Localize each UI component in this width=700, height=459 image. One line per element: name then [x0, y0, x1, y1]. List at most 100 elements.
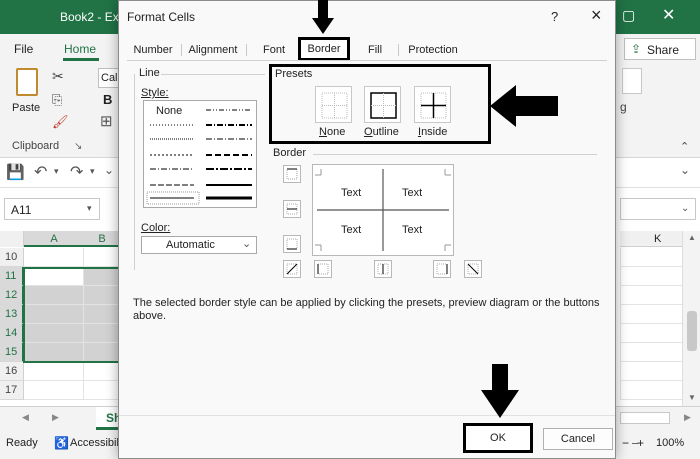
border-diagonal-down-icon [467, 263, 479, 275]
line-style-list[interactable]: None [143, 100, 257, 208]
paste-icon[interactable] [16, 68, 38, 96]
border-preview[interactable]: Text Text Text Text [312, 164, 454, 256]
preset-inside-label[interactable]: Inside [418, 126, 447, 138]
color-dropdown[interactable]: Automatic ⌄ [141, 236, 257, 254]
cell[interactable] [84, 381, 120, 400]
color-dropdown-chevron-icon[interactable]: ⌄ [242, 237, 251, 250]
preset-inside-button[interactable] [414, 86, 451, 123]
redo-dropdown-icon[interactable]: ▾ [90, 166, 95, 177]
cell[interactable] [620, 362, 682, 381]
cell[interactable] [620, 381, 682, 400]
zoom-out-button[interactable]: − [622, 436, 629, 450]
border-diagonal-up-button[interactable] [283, 260, 301, 278]
scroll-up-icon[interactable]: ▲ [688, 233, 696, 242]
ribbon-style-box[interactable] [622, 68, 642, 94]
bold-button[interactable]: B [103, 92, 112, 107]
column-header-k[interactable]: K [620, 231, 682, 247]
sheet-next-icon[interactable]: ▶ [52, 412, 59, 423]
tab-home[interactable]: Home [64, 42, 96, 56]
border-diagonal-down-button[interactable] [464, 260, 482, 278]
cell[interactable] [620, 267, 682, 286]
preset-outline-label[interactable]: Outline [364, 126, 399, 138]
paste-label[interactable]: Paste [12, 102, 40, 114]
dialog-description: The selected border style can be applied… [133, 297, 600, 322]
row-header-13[interactable]: 13 [0, 305, 24, 324]
tab-font[interactable]: Font [251, 40, 297, 60]
border-bottom-icon [286, 238, 298, 250]
border-top-button[interactable] [283, 165, 301, 183]
accessibility-label[interactable]: Accessibil [70, 437, 119, 449]
zoom-level[interactable]: 100% [656, 437, 684, 449]
customize-qat-icon[interactable]: ⌄ [104, 163, 114, 177]
font-name-box[interactable]: Cali [98, 68, 120, 88]
format-painter-icon[interactable]: 🖌 [52, 114, 69, 130]
horizontal-scrollbar[interactable] [620, 412, 670, 424]
cell[interactable] [84, 248, 120, 267]
cell[interactable] [620, 343, 682, 362]
preset-outline-button[interactable] [364, 86, 401, 123]
cell[interactable] [24, 362, 84, 381]
accessibility-icon[interactable]: ♿ [54, 436, 69, 450]
tab-number[interactable]: Number [129, 40, 177, 60]
column-header-b[interactable]: B [84, 231, 120, 247]
border-bottom-button[interactable] [283, 235, 301, 253]
preset-none-button[interactable] [315, 86, 352, 123]
cell[interactable] [24, 248, 84, 267]
tab-protection[interactable]: Protection [402, 40, 464, 60]
border-left-button[interactable] [314, 260, 332, 278]
formula-expand-icon[interactable]: ⌄ [681, 203, 689, 214]
border-inside-vertical-button[interactable] [374, 260, 392, 278]
collapse-ribbon-icon[interactable]: ⌃ [680, 140, 689, 153]
tab-border[interactable]: Border [298, 37, 350, 61]
cut-icon[interactable]: ✂ [52, 68, 64, 85]
row-header-11[interactable]: 11 [0, 267, 24, 286]
dialog-launcher-icon[interactable]: ↘ [74, 141, 82, 152]
scroll-thumb[interactable] [687, 311, 697, 351]
row-header-16[interactable]: 16 [0, 362, 24, 381]
row-header-14[interactable]: 14 [0, 324, 24, 343]
help-button[interactable]: ? [551, 9, 558, 24]
ok-button[interactable]: OK [463, 423, 533, 453]
select-all-corner[interactable] [0, 231, 24, 247]
line-style-samples[interactable] [144, 101, 258, 209]
cell[interactable] [620, 248, 682, 267]
close-icon[interactable]: ✕ [662, 5, 675, 25]
sheet-prev-icon[interactable]: ◀ [22, 412, 29, 423]
preset-none-label[interactable]: None [319, 126, 345, 138]
undo-icon[interactable]: ↶ [34, 162, 47, 182]
share-button[interactable]: ⇪ Share [624, 38, 696, 60]
scroll-down-icon[interactable]: ▼ [688, 393, 696, 402]
name-box[interactable]: A11 ▾ [4, 198, 100, 220]
sheet-tab[interactable]: Sh [96, 407, 121, 430]
borders-icon[interactable]: ⊞ [100, 112, 113, 130]
formula-input[interactable]: ⌄ [620, 198, 696, 220]
row-header-12[interactable]: 12 [0, 286, 24, 305]
zoom-in-button[interactable]: + [637, 436, 644, 450]
column-header-a[interactable]: A [24, 231, 84, 247]
annotation-arrow-left-presets [490, 85, 558, 127]
cell[interactable] [84, 362, 120, 381]
dialog-close-button[interactable]: × [591, 5, 602, 26]
hscroll-right-icon[interactable]: ▶ [684, 412, 691, 423]
row-header-15[interactable]: 15 [0, 343, 24, 362]
name-box-dropdown-icon[interactable]: ▾ [87, 203, 92, 214]
cell[interactable] [24, 381, 84, 400]
row-header-17[interactable]: 17 [0, 381, 24, 400]
qat-collapse-icon[interactable]: ⌄ [680, 163, 690, 177]
copy-icon[interactable]: ⎘ [52, 92, 62, 108]
cell[interactable] [620, 324, 682, 343]
tab-file[interactable]: File [14, 42, 33, 56]
row-header-10[interactable]: 10 [0, 248, 24, 267]
tab-fill[interactable]: Fill [355, 40, 395, 60]
cancel-button[interactable]: Cancel [543, 428, 613, 450]
cell[interactable] [620, 305, 682, 324]
border-right-button[interactable] [433, 260, 451, 278]
save-icon[interactable]: 💾 [6, 163, 25, 181]
cell[interactable] [620, 286, 682, 305]
vertical-scrollbar[interactable]: ▲ ▼ [682, 231, 700, 406]
border-inside-horizontal-button[interactable] [283, 200, 301, 218]
redo-icon[interactable]: ↷ [70, 162, 83, 182]
restore-icon[interactable]: ▢ [622, 7, 635, 24]
tab-alignment[interactable]: Alignment [185, 40, 241, 60]
undo-dropdown-icon[interactable]: ▾ [54, 166, 59, 177]
